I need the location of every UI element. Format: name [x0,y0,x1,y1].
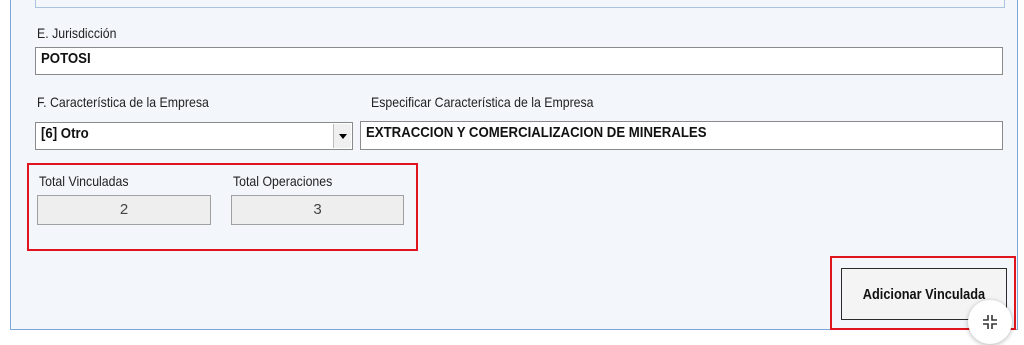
jurisdiccion-field[interactable]: POTOSI [35,47,1003,75]
total-operaciones-field: 3 [231,195,404,225]
especificar-label: Especificar Característica de la Empresa [371,94,594,110]
total-operaciones-label: Total Operaciones [233,173,333,189]
especificar-value: EXTRACCION Y COMERCIALIZACION DE MINERAL… [366,124,707,141]
chevron-down-icon[interactable] [333,124,351,148]
collapse-overlay-button[interactable] [968,300,1012,344]
caracteristica-selected: [6] Otro [41,125,89,142]
total-vinculadas-field: 2 [37,195,211,225]
caracteristica-label: F. Característica de la Empresa [37,94,209,110]
jurisdiccion-value: POTOSI [41,50,91,67]
caracteristica-select[interactable]: [6] Otro [35,122,353,150]
upper-groupbox-edge [35,0,1005,8]
total-vinculadas-label: Total Vinculadas [39,173,129,189]
especificar-field[interactable]: EXTRACCION Y COMERCIALIZACION DE MINERAL… [360,121,1003,150]
collapse-icon [983,315,997,329]
jurisdiccion-label: E. Jurisdicción [37,25,117,41]
add-vinculada-label: Adicionar Vinculada [862,285,986,303]
